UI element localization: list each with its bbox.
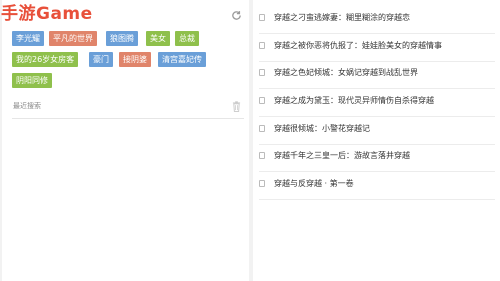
divider bbox=[259, 88, 495, 89]
result-item[interactable]: 穿越与反穿越 · 第一卷 bbox=[259, 178, 495, 200]
book-icon bbox=[259, 14, 265, 21]
search-tag[interactable]: 平凡的世界 bbox=[49, 31, 97, 46]
book-icon bbox=[259, 97, 265, 104]
divider bbox=[259, 116, 495, 117]
result-title: 穿越之色妃倾城：女娲记穿越到战乱世界 bbox=[274, 68, 418, 77]
recent-search-label: 最近搜索 bbox=[13, 102, 41, 110]
search-tag[interactable]: 阴阳同修 bbox=[12, 73, 52, 88]
search-tag[interactable]: 我的26岁女房客 bbox=[12, 52, 79, 67]
search-panel: 李光耀 平凡的世界 狼图腾 美女 总裁 我的26岁女房客 豪门 接阴婆 清宫嘉妃… bbox=[2, 0, 249, 281]
book-icon bbox=[259, 42, 265, 49]
book-icon bbox=[259, 69, 265, 76]
divider bbox=[259, 171, 495, 172]
divider bbox=[259, 144, 495, 145]
result-item[interactable]: 穿越之色妃倾城：女娲记穿越到战乱世界 bbox=[259, 67, 495, 89]
result-title: 穿越千年之三皇一后：游故言落井穿越 bbox=[274, 151, 410, 160]
refresh-icon[interactable] bbox=[231, 10, 242, 21]
book-icon bbox=[259, 125, 265, 132]
search-tag[interactable]: 狼图腾 bbox=[106, 31, 138, 46]
search-tag[interactable]: 豪门 bbox=[89, 52, 113, 67]
result-title: 穿越之刁蛮逃嫁妻：糊里糊涂的穿越恋 bbox=[274, 13, 410, 22]
trash-icon[interactable] bbox=[232, 101, 241, 112]
result-item[interactable]: 穿越之被你恶将仇报了：娃娃脸美女的穿越情事 bbox=[259, 40, 495, 62]
result-title: 穿越与反穿越 · 第一卷 bbox=[274, 179, 354, 188]
result-title: 穿越之成为黛玉：现代灵异师情伤自杀得穿越 bbox=[274, 96, 434, 105]
book-icon bbox=[259, 152, 265, 159]
search-tag[interactable]: 李光耀 bbox=[12, 31, 44, 46]
result-item[interactable]: 穿越千年之三皇一后：游故言落井穿越 bbox=[259, 150, 495, 172]
result-title: 穿越之被你恶将仇报了：娃娃脸美女的穿越情事 bbox=[274, 41, 442, 50]
search-tag[interactable]: 清宫嘉妃传 bbox=[158, 52, 206, 67]
divider bbox=[259, 33, 495, 34]
book-icon bbox=[259, 180, 265, 187]
divider bbox=[259, 199, 495, 200]
watermark-logo: 手游Game bbox=[1, 4, 93, 24]
divider bbox=[12, 118, 244, 119]
search-tag[interactable]: 接阴婆 bbox=[119, 52, 151, 67]
result-item[interactable]: 穿越之刁蛮逃嫁妻：糊里糊涂的穿越恋 bbox=[259, 12, 495, 34]
results-panel: 穿越之刁蛮逃嫁妻：糊里糊涂的穿越恋 穿越之被你恶将仇报了：娃娃脸美女的穿越情事 … bbox=[253, 0, 500, 281]
result-item[interactable]: 穿越之成为黛玉：现代灵异师情伤自杀得穿越 bbox=[259, 95, 495, 117]
divider bbox=[259, 61, 495, 62]
search-tag[interactable]: 美女 bbox=[146, 31, 170, 46]
result-item[interactable]: 穿越很倾城：小警花穿越记 bbox=[259, 123, 495, 145]
result-title: 穿越很倾城：小警花穿越记 bbox=[274, 124, 370, 133]
search-tag[interactable]: 总裁 bbox=[175, 31, 199, 46]
